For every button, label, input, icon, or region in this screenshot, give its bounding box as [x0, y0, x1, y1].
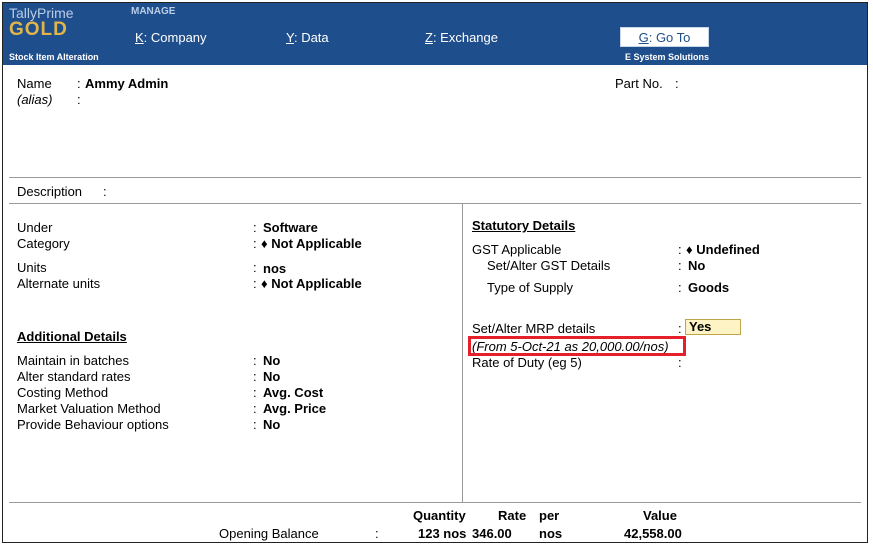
behaviour-options-label: Provide Behaviour options — [17, 417, 169, 432]
menu-exchange-label: : Exchange — [432, 30, 498, 45]
opening-value-field[interactable]: 42,558.00 — [624, 526, 682, 541]
units-field[interactable]: nos — [263, 261, 286, 276]
rate-of-duty-colon: : — [678, 355, 682, 370]
menu-data[interactable]: Y: Data — [286, 30, 329, 45]
rate-of-duty-label: Rate of Duty (eg 5) — [472, 355, 582, 370]
sub-bar: Stock Item Alteration E System Solutions — [3, 52, 867, 65]
manage-label: MANAGE — [131, 6, 176, 17]
under-field[interactable]: Software — [263, 220, 318, 235]
mrp-details-label: Set/Alter MRP details — [472, 321, 596, 336]
description-colon: : — [103, 184, 107, 199]
opening-balance-colon: : — [375, 526, 379, 541]
alt-units-label: Alternate units — [17, 276, 101, 291]
goto-key: G — [638, 30, 649, 45]
goto-button[interactable]: G: Go To — [620, 27, 709, 47]
opening-quantity-field[interactable]: 123 nos — [418, 526, 466, 541]
value-header: Value — [643, 508, 677, 523]
statutory-details-heading: Statutory Details — [472, 218, 576, 233]
market-valuation-label: Market Valuation Method — [17, 401, 161, 416]
costing-method-field[interactable]: Avg. Cost — [263, 385, 323, 400]
description-field[interactable] — [111, 184, 411, 198]
menu-exchange[interactable]: Z: Exchange — [425, 30, 498, 45]
additional-details-heading: Additional Details — [17, 329, 127, 344]
market-valuation-field[interactable]: Avg. Price — [263, 401, 326, 416]
type-of-supply-colon: : — [678, 280, 682, 295]
mrp-details-colon: : — [678, 321, 682, 336]
rate-of-duty-field[interactable] — [686, 355, 766, 369]
category-colon: : — [253, 236, 257, 251]
costing-method-colon: : — [253, 385, 257, 400]
column-divider — [462, 204, 463, 502]
menu-data-label: : Data — [293, 30, 329, 45]
gst-details-field[interactable]: No — [688, 258, 705, 273]
alter-rates-colon: : — [253, 369, 257, 384]
partno-field[interactable] — [685, 76, 835, 90]
brand-edition: GOLD — [9, 19, 68, 40]
company-name: E System Solutions — [625, 52, 710, 62]
tally-window: TallyPrime GOLD MANAGE K: Company Y: Dat… — [2, 2, 868, 543]
under-colon: : — [253, 220, 257, 235]
footer-divider — [9, 502, 861, 503]
alias-colon: : — [77, 92, 81, 107]
alter-rates-field[interactable]: No — [263, 369, 280, 384]
menu-company[interactable]: K: Company — [135, 30, 207, 45]
gst-applicable-colon: : — [678, 242, 682, 257]
under-label: Under — [17, 220, 53, 235]
gst-applicable-label: GST Applicable — [472, 242, 562, 257]
alias-field[interactable] — [85, 92, 235, 106]
menu-data-key: Y — [286, 30, 294, 45]
alt-units-colon: : — [253, 276, 257, 291]
mrp-note: (From 5-Oct-21 as 20,000.00/nos) — [472, 339, 669, 354]
name-field[interactable]: Ammy Admin — [85, 76, 168, 91]
partno-label: Part No. — [615, 76, 663, 91]
maintain-batches-label: Maintain in batches — [17, 353, 130, 368]
market-valuation-colon: : — [253, 401, 257, 416]
per-header: per — [539, 508, 560, 523]
behaviour-options-field[interactable]: No — [263, 417, 280, 432]
type-of-supply-field[interactable]: Goods — [688, 280, 729, 295]
gst-details-colon: : — [678, 258, 682, 273]
opening-rate-field[interactable]: 346.00 — [472, 526, 512, 541]
mrp-details-field[interactable]: Yes — [685, 319, 741, 335]
opening-balance-label: Opening Balance — [219, 526, 319, 541]
gst-applicable-field[interactable]: ♦ Undefined — [686, 242, 760, 257]
alter-rates-label: Alter standard rates — [17, 369, 131, 384]
partno-colon: : — [675, 76, 679, 91]
quantity-header: Quantity — [413, 508, 466, 523]
top-bar: TallyPrime GOLD MANAGE K: Company Y: Dat… — [3, 3, 867, 52]
menu-company-key: K — [135, 30, 144, 45]
name-label: Name — [17, 76, 52, 91]
behaviour-options-colon: : — [253, 417, 257, 432]
screen-title: Stock Item Alteration — [9, 52, 99, 62]
alias-label: (alias) — [17, 92, 53, 107]
goto-label: : Go To — [648, 30, 691, 45]
category-field[interactable]: ♦ Not Applicable — [261, 236, 362, 251]
description-top-divider — [9, 177, 861, 178]
costing-method-label: Costing Method — [17, 385, 109, 400]
category-label: Category — [17, 236, 70, 251]
maintain-batches-colon: : — [253, 353, 257, 368]
gst-details-label: Set/Alter GST Details — [487, 258, 611, 273]
rate-header: Rate — [498, 508, 527, 523]
units-label: Units — [17, 260, 47, 275]
menu-exchange-key: Z — [425, 30, 433, 45]
name-colon: : — [77, 76, 81, 91]
maintain-batches-field[interactable]: No — [263, 353, 280, 368]
alt-units-field[interactable]: ♦ Not Applicable — [261, 276, 362, 291]
units-colon: : — [253, 260, 257, 275]
description-bottom-divider — [9, 203, 861, 204]
opening-per-field[interactable]: nos — [539, 526, 562, 541]
type-of-supply-label: Type of Supply — [487, 280, 573, 295]
menu-company-label: : Company — [143, 30, 207, 45]
description-label: Description — [17, 184, 83, 199]
